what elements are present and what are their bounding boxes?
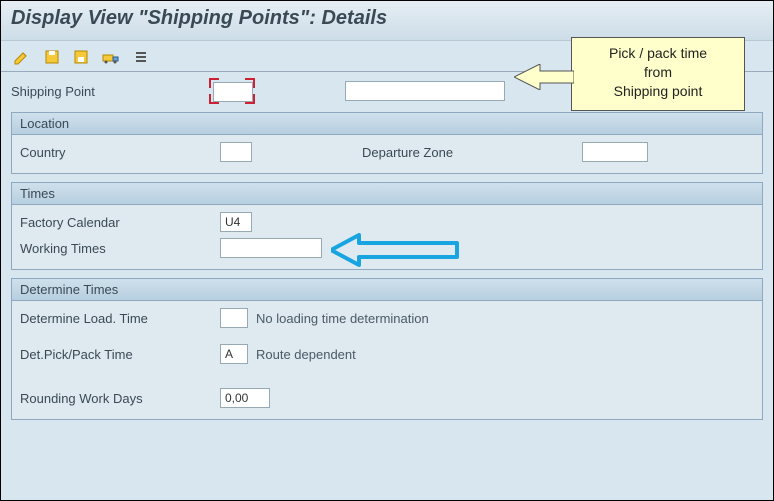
- group-determine-title: Determine Times: [12, 279, 762, 301]
- annotation-callout: Pick / pack time from Shipping point: [571, 37, 745, 111]
- shipping-point-label: Shipping Point: [11, 84, 211, 99]
- app-window: Display View "Shipping Points": Details …: [0, 0, 774, 501]
- group-determine-times: Determine Times Determine Load. Time No …: [11, 278, 763, 420]
- determine-load-time-field[interactable]: [220, 308, 248, 328]
- edit-icon[interactable]: [11, 47, 33, 67]
- shipping-point-desc-field[interactable]: [345, 81, 505, 101]
- shipping-point-field-frame: [211, 80, 253, 102]
- country-label: Country: [20, 145, 220, 160]
- rounding-work-days-field[interactable]: [220, 388, 270, 408]
- determine-load-time-label: Determine Load. Time: [20, 311, 220, 326]
- factory-calendar-field[interactable]: [220, 212, 252, 232]
- det-pick-pack-field[interactable]: [220, 344, 248, 364]
- factory-calendar-label: Factory Calendar: [20, 215, 220, 230]
- group-location-title: Location: [12, 113, 762, 135]
- rounding-work-days-label: Rounding Work Days: [20, 391, 220, 406]
- country-field[interactable]: [220, 142, 252, 162]
- page-title: Display View "Shipping Points": Details: [1, 1, 773, 41]
- transport-icon[interactable]: [100, 47, 122, 67]
- departure-zone-label: Departure Zone: [362, 145, 512, 160]
- save-as-icon[interactable]: [70, 47, 92, 67]
- callout-line1: Pick / pack time: [572, 44, 744, 63]
- callout-arrow-icon: [514, 64, 574, 90]
- working-times-field[interactable]: [220, 238, 322, 258]
- det-pick-pack-desc: Route dependent: [256, 347, 356, 362]
- list-icon[interactable]: [130, 47, 152, 67]
- group-times-title: Times: [12, 183, 762, 205]
- callout-line2: from: [572, 63, 744, 82]
- working-times-label: Working Times: [20, 241, 220, 256]
- group-location: Location Country Departure Zone: [11, 112, 763, 174]
- blue-annotation-arrow-icon: [331, 233, 461, 267]
- det-pick-pack-label: Det.Pick/Pack Time: [20, 347, 220, 362]
- save-icon[interactable]: [41, 47, 63, 67]
- departure-zone-field[interactable]: [582, 142, 648, 162]
- callout-line3: Shipping point: [572, 82, 744, 101]
- determine-load-time-desc: No loading time determination: [256, 311, 429, 326]
